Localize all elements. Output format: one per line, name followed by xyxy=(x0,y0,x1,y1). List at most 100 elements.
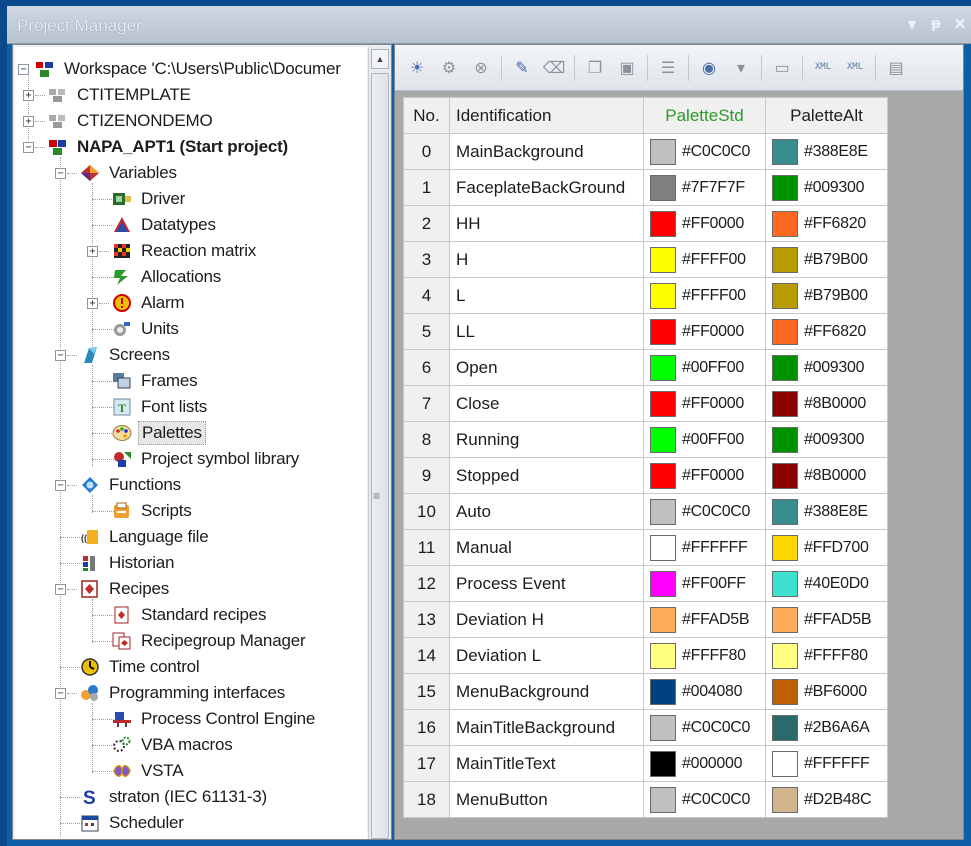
table-row[interactable]: 10 Auto #C0C0C0 #388E8E xyxy=(403,493,888,530)
color-swatch[interactable] xyxy=(772,498,798,525)
tree-item-vsta[interactable]: VSTA xyxy=(112,759,186,783)
color-identification[interactable]: Running xyxy=(449,421,644,458)
table-row[interactable]: 1 FaceplateBackGround #7F7F7F #009300 xyxy=(403,169,888,206)
color-swatch[interactable] xyxy=(650,174,676,201)
row-number[interactable]: 11 xyxy=(403,529,450,566)
color-swatch[interactable] xyxy=(772,318,798,345)
palette-std-cell[interactable]: #00FF00 xyxy=(643,421,766,458)
expand-icon[interactable]: + xyxy=(23,90,34,101)
palette-alt-cell[interactable]: #FFD700 xyxy=(765,529,888,566)
copy-icon[interactable]: ❐ xyxy=(581,54,609,82)
table-row[interactable]: 7 Close #FF0000 #8B0000 xyxy=(403,385,888,422)
paste-icon[interactable]: ▣ xyxy=(613,54,641,82)
collapse-icon[interactable]: − xyxy=(55,584,66,595)
row-number[interactable]: 17 xyxy=(403,745,450,782)
palette-alt-cell[interactable]: #009300 xyxy=(765,169,888,206)
tree-item-scripts[interactable]: Scripts xyxy=(112,499,195,523)
expand-icon[interactable]: + xyxy=(23,116,34,127)
color-identification[interactable]: Deviation H xyxy=(449,601,644,638)
color-swatch[interactable] xyxy=(650,534,676,561)
scroll-up-arrow-icon[interactable]: ▲ xyxy=(371,49,389,69)
wand-icon[interactable]: ✎ xyxy=(508,54,536,82)
palette-std-cell[interactable]: #004080 xyxy=(643,673,766,710)
tree-item-recipes[interactable]: Recipes xyxy=(80,577,172,601)
menu-dropdown-icon[interactable]: ▾ xyxy=(905,15,919,33)
palette-alt-cell[interactable]: #D2B48C xyxy=(765,781,888,818)
header-identification[interactable]: Identification xyxy=(449,97,644,134)
tree-item-recipegroup-manager[interactable]: Recipegroup Manager xyxy=(112,629,308,653)
collapse-icon[interactable]: − xyxy=(55,168,66,179)
color-identification[interactable]: Open xyxy=(449,349,644,386)
palette-std-cell[interactable]: #FF0000 xyxy=(643,385,766,422)
color-identification[interactable]: FaceplateBackGround xyxy=(449,169,644,206)
color-swatch[interactable] xyxy=(650,750,676,777)
palette-std-cell[interactable]: #7F7F7F xyxy=(643,169,766,206)
rename-icon[interactable]: ☰ xyxy=(654,54,682,82)
tree-item-language-file[interactable]: ((Language file xyxy=(80,525,212,549)
collapse-icon[interactable]: − xyxy=(55,350,66,361)
palette-alt-cell[interactable]: #40E0D0 xyxy=(765,565,888,602)
color-swatch[interactable] xyxy=(650,714,676,741)
palette-std-cell[interactable]: #00FF00 xyxy=(643,349,766,386)
row-number[interactable]: 9 xyxy=(403,457,450,494)
tree-item-allocations[interactable]: Allocations xyxy=(112,265,224,289)
palette-alt-cell[interactable]: #BF6000 xyxy=(765,673,888,710)
eraser-icon[interactable]: ⌫ xyxy=(540,54,568,82)
palette-alt-cell[interactable]: #FFFF80 xyxy=(765,637,888,674)
header-palette-alt[interactable]: PaletteAlt xyxy=(765,97,888,134)
table-row[interactable]: 4 L #FFFF00 #B79B00 xyxy=(403,277,888,314)
row-number[interactable]: 15 xyxy=(403,673,450,710)
tree-item-historian[interactable]: Historian xyxy=(80,551,177,575)
color-swatch[interactable] xyxy=(650,462,676,489)
color-identification[interactable]: H xyxy=(449,241,644,278)
palette-std-cell[interactable]: #FFFF80 xyxy=(643,637,766,674)
color-swatch[interactable] xyxy=(772,138,798,165)
color-picker-icon[interactable]: ◉ xyxy=(695,54,723,82)
palette-alt-cell[interactable]: #388E8E xyxy=(765,133,888,170)
palette-std-cell[interactable]: #C0C0C0 xyxy=(643,781,766,818)
row-number[interactable]: 2 xyxy=(403,205,450,242)
palette-gear-icon[interactable]: ⚙ xyxy=(435,54,463,82)
palette-alt-cell[interactable]: #388E8E xyxy=(765,493,888,530)
palette-std-cell[interactable]: #FF0000 xyxy=(643,205,766,242)
table-row[interactable]: 8 Running #00FF00 #009300 xyxy=(403,421,888,458)
header-no[interactable]: No. xyxy=(403,97,450,134)
color-swatch[interactable] xyxy=(772,750,798,777)
tree-item-scheduler[interactable]: Scheduler xyxy=(80,811,187,835)
row-number[interactable]: 16 xyxy=(403,709,450,746)
table-row[interactable]: 5 LL #FF0000 #FF6820 xyxy=(403,313,888,350)
table-row[interactable]: 3 H #FFFF00 #B79B00 xyxy=(403,241,888,278)
color-swatch[interactable] xyxy=(650,678,676,705)
palette-std-cell[interactable]: #C0C0C0 xyxy=(643,709,766,746)
tree-item-straton[interactable]: Sstraton (IEC 61131-3) xyxy=(80,785,270,809)
xml-export-icon[interactable]: XML xyxy=(809,54,837,82)
table-row[interactable]: 11 Manual #FFFFFF #FFD700 xyxy=(403,529,888,566)
close-icon[interactable]: ✕ xyxy=(953,15,967,33)
table-row[interactable]: 16 MainTitleBackground #C0C0C0 #2B6A6A xyxy=(403,709,888,746)
palette-alt-cell[interactable]: #FFFFFF xyxy=(765,745,888,782)
palette-alt-cell[interactable]: #B79B00 xyxy=(765,241,888,278)
tree-item-ctitemplate[interactable]: CTITEMPLATE xyxy=(48,83,194,107)
color-swatch[interactable] xyxy=(650,354,676,381)
palette-alt-cell[interactable]: #2B6A6A xyxy=(765,709,888,746)
table-row[interactable]: 0 MainBackground #C0C0C0 #388E8E xyxy=(403,133,888,170)
color-identification[interactable]: MenuButton xyxy=(449,781,644,818)
tree-item-variables[interactable]: Variables xyxy=(80,161,180,185)
xml-import-icon[interactable]: XML xyxy=(841,54,869,82)
color-swatch[interactable] xyxy=(772,642,798,669)
color-swatch[interactable] xyxy=(772,606,798,633)
row-number[interactable]: 10 xyxy=(403,493,450,530)
color-swatch[interactable] xyxy=(650,246,676,273)
color-swatch[interactable] xyxy=(772,678,798,705)
color-identification[interactable]: MenuBackground xyxy=(449,673,644,710)
color-swatch[interactable] xyxy=(772,534,798,561)
color-swatch[interactable] xyxy=(650,390,676,417)
color-swatch[interactable] xyxy=(772,390,798,417)
color-swatch[interactable] xyxy=(650,606,676,633)
collapse-icon[interactable]: − xyxy=(55,480,66,491)
tree-item-napa-apt1[interactable]: NAPA_APT1 (Start project) xyxy=(48,135,291,159)
color-identification[interactable]: LL xyxy=(449,313,644,350)
expand-icon[interactable]: + xyxy=(87,246,98,257)
row-number[interactable]: 1 xyxy=(403,169,450,206)
color-swatch[interactable] xyxy=(772,210,798,237)
